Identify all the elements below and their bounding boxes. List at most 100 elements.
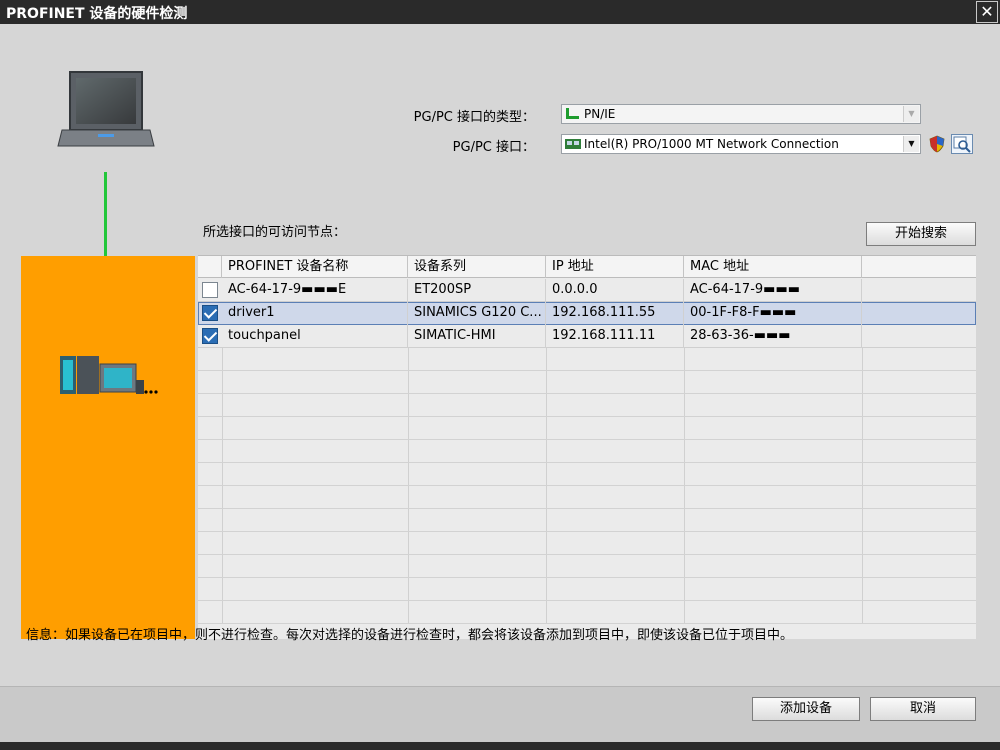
table-row[interactable]: driver1 SINAMICS G120 C... 192.168.111.5… <box>198 302 976 325</box>
close-button[interactable]: ✕ <box>976 1 998 23</box>
grid-line <box>862 555 863 577</box>
grid-line <box>862 417 863 439</box>
table-row[interactable]: AC-64-17-9▬▬▬E ET200SP 0.0.0.0 AC-64-17-… <box>198 279 976 302</box>
device-name-cell: touchpanel <box>222 325 408 348</box>
device-family-cell: ET200SP <box>408 279 546 302</box>
table-row[interactable]: touchpanel SIMATIC-HMI 192.168.111.11 28… <box>198 325 976 348</box>
grid-line <box>684 394 685 416</box>
ip-address-cell: 192.168.111.55 <box>546 302 684 325</box>
grid-line <box>862 486 863 508</box>
grid-line <box>684 578 685 600</box>
grid-line <box>862 578 863 600</box>
grid-line <box>862 394 863 416</box>
grid-line <box>546 509 547 531</box>
grid-line <box>222 394 223 416</box>
empty-table-row <box>198 463 976 486</box>
device-family-cell: SIMATIC-HMI <box>408 325 546 348</box>
grid-line <box>222 532 223 554</box>
grid-line <box>684 486 685 508</box>
row-checkbox[interactable] <box>202 282 218 298</box>
row-checkbox[interactable] <box>202 305 218 321</box>
shield-icon[interactable] <box>928 135 946 153</box>
grid-line <box>546 601 547 623</box>
empty-table-row <box>198 555 976 578</box>
plc-hmi-device-icon <box>60 356 158 394</box>
row-checkbox[interactable] <box>202 328 218 344</box>
grid-line <box>862 463 863 485</box>
grid-line <box>862 440 863 462</box>
grid-line <box>546 394 547 416</box>
ip-address-cell: 0.0.0.0 <box>546 279 684 302</box>
interface-label: PG/PC 接口： <box>452 140 535 155</box>
grid-line <box>862 601 863 623</box>
grid-line <box>408 417 409 439</box>
empty-table-row <box>198 348 976 371</box>
accessible-nodes-label: 所选接口的可访问节点： <box>203 225 347 240</box>
ip-address-cell: 192.168.111.11 <box>546 325 684 348</box>
grid-line <box>408 486 409 508</box>
chevron-down-icon[interactable]: ▼ <box>903 106 919 122</box>
info-message: 信息：如果设备已在项目中，则不进行检查。每次对选择的设备进行检查时，都会将该设备… <box>26 628 794 643</box>
grid-line <box>862 371 863 393</box>
grid-line <box>222 417 223 439</box>
grid-line <box>408 394 409 416</box>
empty-table-row <box>198 509 976 532</box>
empty-table-row <box>198 578 976 601</box>
grid-line <box>546 532 547 554</box>
grid-line <box>408 371 409 393</box>
grid-line <box>684 555 685 577</box>
grid-line <box>862 532 863 554</box>
cancel-button[interactable]: 取消 <box>870 697 976 721</box>
table-body: AC-64-17-9▬▬▬E ET200SP 0.0.0.0 AC-64-17-… <box>198 279 976 624</box>
chevron-down-icon[interactable]: ▼ <box>903 136 919 152</box>
dialog-footer: 添加设备 取消 <box>0 686 1000 750</box>
grid-line <box>546 417 547 439</box>
grid-line <box>222 371 223 393</box>
mac-address-cell: 00-1F-F8-F▬▬▬ <box>684 302 862 325</box>
column-header-mac-address[interactable]: MAC 地址 <box>684 256 862 278</box>
table-header: PROFINET 设备名称 设备系列 IP 地址 MAC 地址 <box>198 256 976 278</box>
interface-type-select[interactable]: PN/IE ▼ <box>561 104 921 124</box>
grid-line <box>546 463 547 485</box>
grid-line <box>222 440 223 462</box>
grid-line <box>222 509 223 531</box>
empty-table-row <box>198 371 976 394</box>
bottom-border <box>0 742 1000 750</box>
empty-table-row <box>198 601 976 624</box>
grid-line <box>546 348 547 370</box>
nodes-table: PROFINET 设备名称 设备系列 IP 地址 MAC 地址 AC-64-17… <box>198 255 976 639</box>
grid-line <box>408 348 409 370</box>
add-device-button[interactable]: 添加设备 <box>752 697 860 721</box>
dialog-body: PG/PC 接口的类型： PN/IE ▼ PG/PC 接口： Intel(R) … <box>0 24 1000 750</box>
grid-line <box>684 440 685 462</box>
grid-line <box>862 509 863 531</box>
grid-line <box>408 578 409 600</box>
empty-table-row <box>198 532 976 555</box>
interface-select[interactable]: Intel(R) PRO/1000 MT Network Connection … <box>561 134 921 154</box>
column-header-device-name[interactable]: PROFINET 设备名称 <box>222 256 408 278</box>
select-column-header <box>198 256 222 278</box>
column-header-device-family[interactable]: 设备系列 <box>408 256 546 278</box>
device-name-cell: driver1 <box>222 302 408 325</box>
empty-table-row <box>198 417 976 440</box>
column-header-ip-address[interactable]: IP 地址 <box>546 256 684 278</box>
interface-value: Intel(R) PRO/1000 MT Network Connection <box>584 137 839 151</box>
diagnostics-icon[interactable] <box>951 134 973 154</box>
grid-line <box>222 601 223 623</box>
network-plug-icon <box>566 108 579 119</box>
mac-address-cell: 28-63-36-▬▬▬ <box>684 325 862 348</box>
grid-line <box>684 509 685 531</box>
grid-line <box>684 532 685 554</box>
grid-line <box>862 348 863 370</box>
mac-address-cell: AC-64-17-9▬▬▬ <box>684 279 862 302</box>
grid-line <box>222 486 223 508</box>
start-search-button[interactable]: 开始搜索 <box>866 222 976 246</box>
empty-table-row <box>198 486 976 509</box>
grid-line <box>546 371 547 393</box>
grid-line <box>684 371 685 393</box>
title-bar: PROFINET 设备的硬件检测 ✕ <box>0 0 1000 24</box>
empty-rows <box>198 348 976 624</box>
window-title: PROFINET 设备的硬件检测 <box>6 6 188 22</box>
grid-line <box>222 348 223 370</box>
empty-table-row <box>198 394 976 417</box>
